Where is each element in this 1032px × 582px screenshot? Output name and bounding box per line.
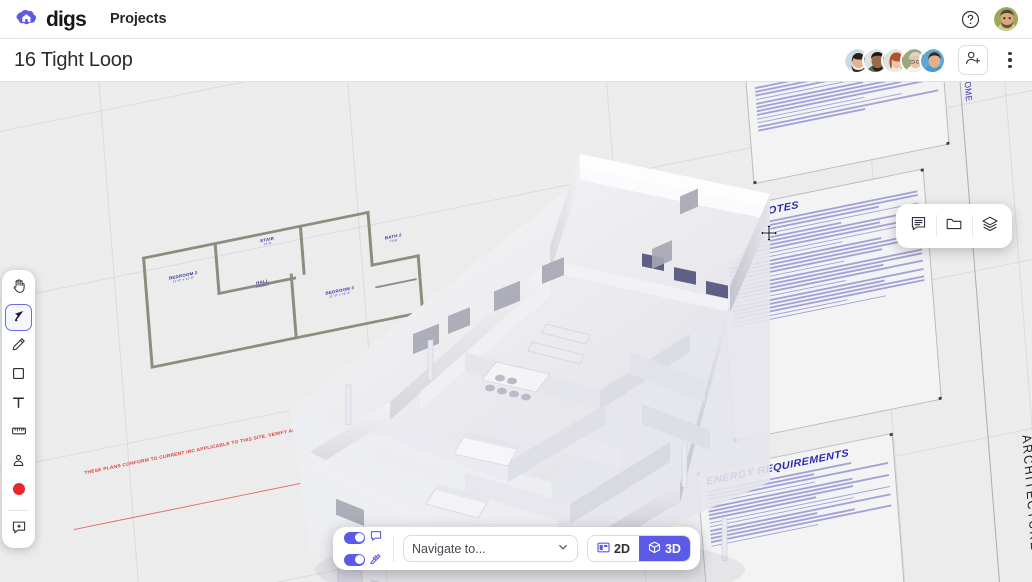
layers-icon: [981, 215, 999, 238]
page-title: 16 Tight Loop: [0, 49, 133, 72]
add-comment-icon: [11, 519, 27, 540]
pencil-icon: [11, 337, 26, 357]
floorplan-room-label: BEDROOM 211'-0" x 11'-6": [156, 267, 212, 286]
collaborator-avatar-stack[interactable]: [843, 47, 948, 74]
collaborator-avatar[interactable]: [919, 47, 946, 74]
chevron-down-icon: [557, 541, 569, 556]
digs-cloud-logo-icon: [14, 7, 39, 32]
tool-text[interactable]: [5, 391, 32, 418]
account-avatar[interactable]: [993, 6, 1019, 32]
app-root: digs Projects: [0, 0, 1032, 582]
top-navigation-bar: digs Projects: [0, 0, 1032, 39]
tool-pencil-draw[interactable]: [5, 333, 32, 360]
navigate-to-dropdown[interactable]: Navigate to...: [403, 535, 578, 562]
brand-wordmark: digs: [46, 9, 86, 30]
comments-toggle-row[interactable]: [344, 529, 382, 547]
brand-home-link[interactable]: digs: [0, 7, 86, 32]
notes-panel-icon: [910, 215, 927, 237]
question-circle-icon[interactable]: [961, 10, 980, 29]
comments-toggle-switch[interactable]: [344, 532, 365, 544]
canvas-right-panel: [896, 204, 1012, 248]
view-mode-toggle-group: 2D 3D: [587, 535, 691, 562]
tool-person-scale[interactable]: [5, 449, 32, 476]
files-folder-button[interactable]: [936, 208, 972, 244]
tool-rectangle[interactable]: [5, 362, 32, 389]
nav-projects-link[interactable]: Projects: [110, 11, 166, 27]
cursor-arrow-icon: [11, 308, 26, 328]
topbar-right-actions: [961, 6, 1032, 32]
ruler-icon: [11, 423, 27, 444]
scribble-markup-icon: [370, 551, 382, 569]
tool-add-comment[interactable]: [5, 516, 32, 543]
bottombar-divider: [393, 536, 394, 562]
add-collaborator-button[interactable]: [958, 45, 988, 75]
floorplan-icon: [597, 541, 610, 557]
markup-toggle-row[interactable]: [344, 551, 382, 569]
hand-icon: [11, 278, 27, 299]
move-crosshair-cursor: [760, 224, 778, 242]
layer-toggles: [342, 529, 384, 569]
toolbar-divider: [8, 510, 29, 511]
navigate-to-value: Navigate to...: [412, 542, 486, 556]
title-block-home-label: HOME: [962, 82, 974, 103]
folder-icon: [945, 215, 963, 238]
tool-measure-ruler[interactable]: [5, 420, 32, 447]
red-dot-icon: [11, 481, 27, 502]
cube-icon: [648, 541, 661, 557]
viewer-bottom-toolbar: Navigate to... 2D: [333, 527, 700, 570]
tool-marker-dot[interactable]: [5, 478, 32, 505]
tool-pan-hand[interactable]: [5, 275, 32, 302]
view-mode-2d-label: 2D: [614, 542, 630, 556]
text-t-icon: [11, 395, 26, 415]
add-person-icon: [965, 50, 981, 71]
view-mode-2d-button[interactable]: 2D: [588, 536, 639, 561]
markup-toggle-switch[interactable]: [344, 554, 365, 566]
square-icon: [11, 366, 26, 386]
tool-select-cursor[interactable]: [5, 304, 32, 331]
kebab-menu-icon[interactable]: [998, 45, 1022, 75]
speech-bubble-icon: [370, 529, 382, 547]
left-tool-palette: [2, 270, 35, 548]
view-mode-3d-button[interactable]: 3D: [639, 536, 690, 561]
three-d-building-model[interactable]: [250, 152, 810, 582]
architect-subtitle: ARCHITECTURE: [1019, 433, 1032, 552]
project-title-bar: 16 Tight Loop: [0, 39, 1032, 82]
person-scale-icon: [11, 453, 26, 473]
layers-button[interactable]: [972, 208, 1008, 244]
notes-panel-button[interactable]: [900, 208, 936, 244]
titlebar-right-actions: [843, 45, 1032, 75]
view-mode-3d-label: 3D: [665, 542, 681, 556]
viewer-canvas[interactable]: BEDROOM 211'-0" x 11'-6" HALLCARPET BEDR…: [0, 82, 1032, 582]
